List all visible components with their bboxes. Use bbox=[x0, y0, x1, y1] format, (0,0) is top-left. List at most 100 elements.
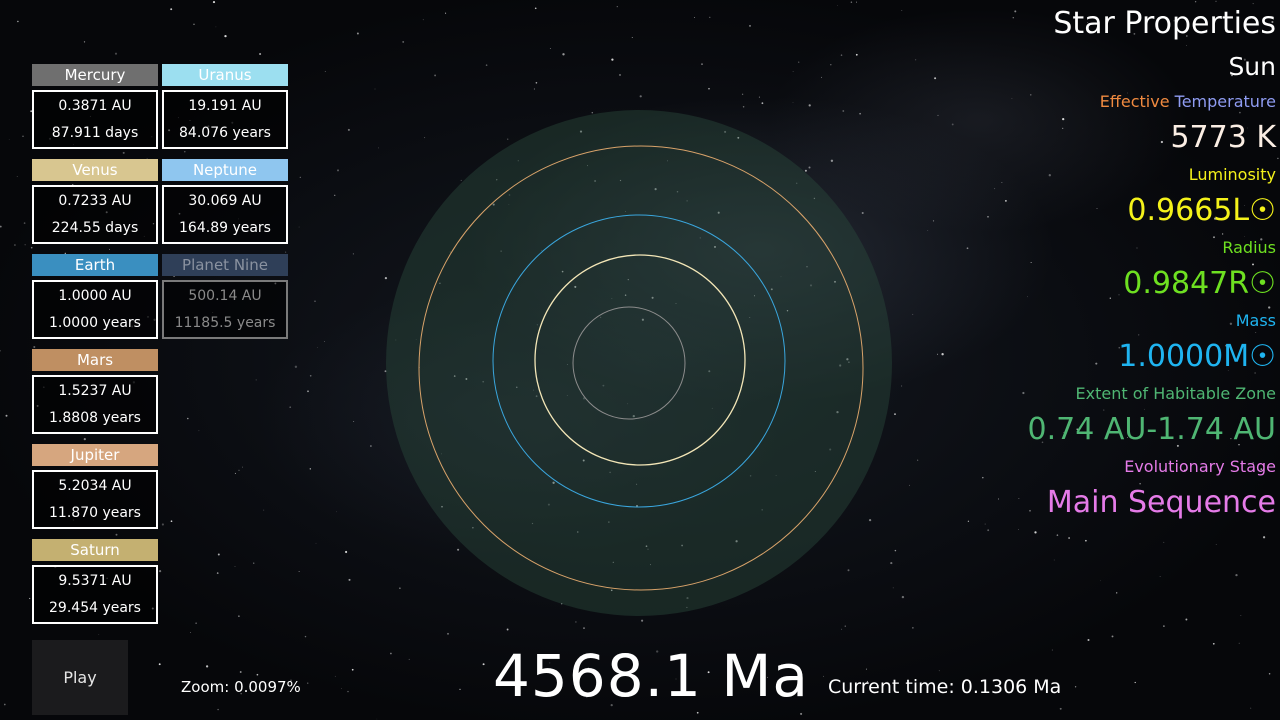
star-dot bbox=[434, 74, 437, 77]
star-dot bbox=[639, 95, 642, 98]
star-dot bbox=[314, 300, 316, 302]
planet-distance: 30.069 AU bbox=[188, 192, 262, 209]
star-dot bbox=[631, 36, 633, 39]
planet-card-uranus[interactable]: Uranus 19.191 AU 84.076 years bbox=[162, 64, 288, 149]
planet-name[interactable]: Mars bbox=[32, 349, 158, 371]
star-dot bbox=[855, 53, 858, 56]
planet-card-neptune[interactable]: Neptune 30.069 AU 164.89 years bbox=[162, 159, 288, 244]
star-dot bbox=[1085, 539, 1087, 542]
star-dot bbox=[161, 523, 164, 526]
mass-value: 1.0000M☉ bbox=[1118, 339, 1276, 374]
star-dot bbox=[506, 628, 509, 631]
play-button[interactable]: Play bbox=[32, 640, 128, 715]
star-dot bbox=[304, 635, 307, 638]
star-dot bbox=[158, 569, 162, 573]
planet-card-earth[interactable]: Earth 1.0000 AU 1.0000 years bbox=[32, 254, 158, 339]
star-dot bbox=[1235, 573, 1238, 577]
star-dot bbox=[217, 708, 219, 711]
star-dot bbox=[1027, 296, 1028, 298]
star-dot bbox=[374, 88, 376, 90]
planet-card-mercury[interactable]: Mercury 0.3871 AU 87.911 days bbox=[32, 64, 158, 149]
planet-name[interactable]: Venus bbox=[32, 159, 158, 181]
star-dot bbox=[927, 230, 929, 231]
star-dot bbox=[987, 215, 989, 218]
star-dot bbox=[337, 169, 339, 172]
star-dot bbox=[934, 77, 937, 80]
planet-card-planet-nine[interactable]: Planet Nine 500.14 AU 11185.5 years bbox=[162, 254, 288, 339]
planet-name[interactable]: Planet Nine bbox=[162, 254, 288, 276]
star-dot bbox=[611, 58, 614, 61]
planet-period: 11.870 years bbox=[49, 505, 141, 522]
star-dot bbox=[259, 52, 262, 56]
orbit-view[interactable] bbox=[380, 100, 900, 620]
star-dot bbox=[709, 16, 711, 18]
star-dot bbox=[1005, 200, 1007, 202]
star-dot bbox=[336, 511, 337, 513]
star-dot bbox=[29, 597, 31, 600]
temperature-label-part2: Temperature bbox=[1174, 92, 1276, 111]
star-age-display: 4568.1 Ma bbox=[493, 642, 809, 710]
planet-info-box: 30.069 AU 164.89 years bbox=[162, 185, 288, 244]
star-dot bbox=[109, 248, 111, 250]
star-dot bbox=[1159, 576, 1161, 577]
star-dot bbox=[83, 41, 86, 43]
star-dot bbox=[932, 220, 935, 222]
star-dot bbox=[345, 550, 348, 554]
star-dot bbox=[1250, 707, 1252, 709]
star-dot bbox=[1240, 615, 1242, 616]
planet-card-venus[interactable]: Venus 0.7233 AU 224.55 days bbox=[32, 159, 158, 244]
star-dot bbox=[348, 578, 351, 581]
planet-distance: 9.5371 AU bbox=[58, 572, 132, 589]
star-dot bbox=[1221, 233, 1224, 235]
star-dot bbox=[1030, 94, 1032, 96]
star-dot bbox=[1012, 16, 1015, 19]
star-dot bbox=[841, 628, 843, 630]
star-dot bbox=[619, 74, 621, 76]
star-dot bbox=[33, 345, 36, 349]
star-dot bbox=[1059, 707, 1062, 710]
star-dot bbox=[1185, 44, 1187, 46]
star-dot bbox=[749, 25, 751, 27]
star-dot bbox=[1109, 297, 1111, 299]
star-dot bbox=[122, 151, 125, 154]
star-dot bbox=[901, 385, 903, 387]
star-dot bbox=[212, 1, 216, 4]
star-dot bbox=[1029, 509, 1031, 512]
star-dot bbox=[850, 1, 853, 3]
star-dot bbox=[298, 226, 300, 228]
planet-period: 1.8808 years bbox=[49, 410, 141, 427]
star-dot bbox=[1001, 181, 1003, 183]
star-dot bbox=[307, 390, 309, 393]
star-dot bbox=[341, 688, 342, 689]
star-dot bbox=[984, 523, 986, 525]
star-dot bbox=[1011, 97, 1013, 99]
star-dot bbox=[938, 670, 940, 672]
planet-period: 84.076 years bbox=[179, 125, 271, 142]
planet-card-mars[interactable]: Mars 1.5237 AU 1.8808 years bbox=[32, 349, 158, 434]
star-dot bbox=[792, 71, 794, 72]
planet-distance: 1.0000 AU bbox=[58, 287, 132, 304]
evolutionary-stage-value: Main Sequence bbox=[1046, 485, 1276, 520]
planet-card-saturn[interactable]: Saturn 9.5371 AU 29.454 years bbox=[32, 539, 158, 624]
planet-card-jupiter[interactable]: Jupiter 5.2034 AU 11.870 years bbox=[32, 444, 158, 529]
planet-name[interactable]: Uranus bbox=[162, 64, 288, 86]
planet-name[interactable]: Earth bbox=[32, 254, 158, 276]
planet-name[interactable]: Neptune bbox=[162, 159, 288, 181]
planet-name[interactable]: Saturn bbox=[32, 539, 158, 561]
planet-period: 1.0000 years bbox=[49, 315, 141, 332]
star-dot bbox=[422, 19, 424, 21]
star-dot bbox=[309, 468, 311, 470]
star-dot bbox=[1239, 111, 1241, 114]
star-dot bbox=[1163, 541, 1165, 543]
star-dot bbox=[376, 718, 378, 720]
star-dot bbox=[352, 253, 354, 255]
star-dot bbox=[844, 625, 846, 627]
planet-name[interactable]: Mercury bbox=[32, 64, 158, 86]
star-dot bbox=[758, 96, 760, 98]
star-dot bbox=[356, 32, 359, 35]
star-dot bbox=[1244, 236, 1245, 237]
planet-name[interactable]: Jupiter bbox=[32, 444, 158, 466]
star-dot bbox=[3, 703, 6, 706]
planet-period: 87.911 days bbox=[51, 125, 139, 142]
star-dot bbox=[1111, 635, 1114, 638]
